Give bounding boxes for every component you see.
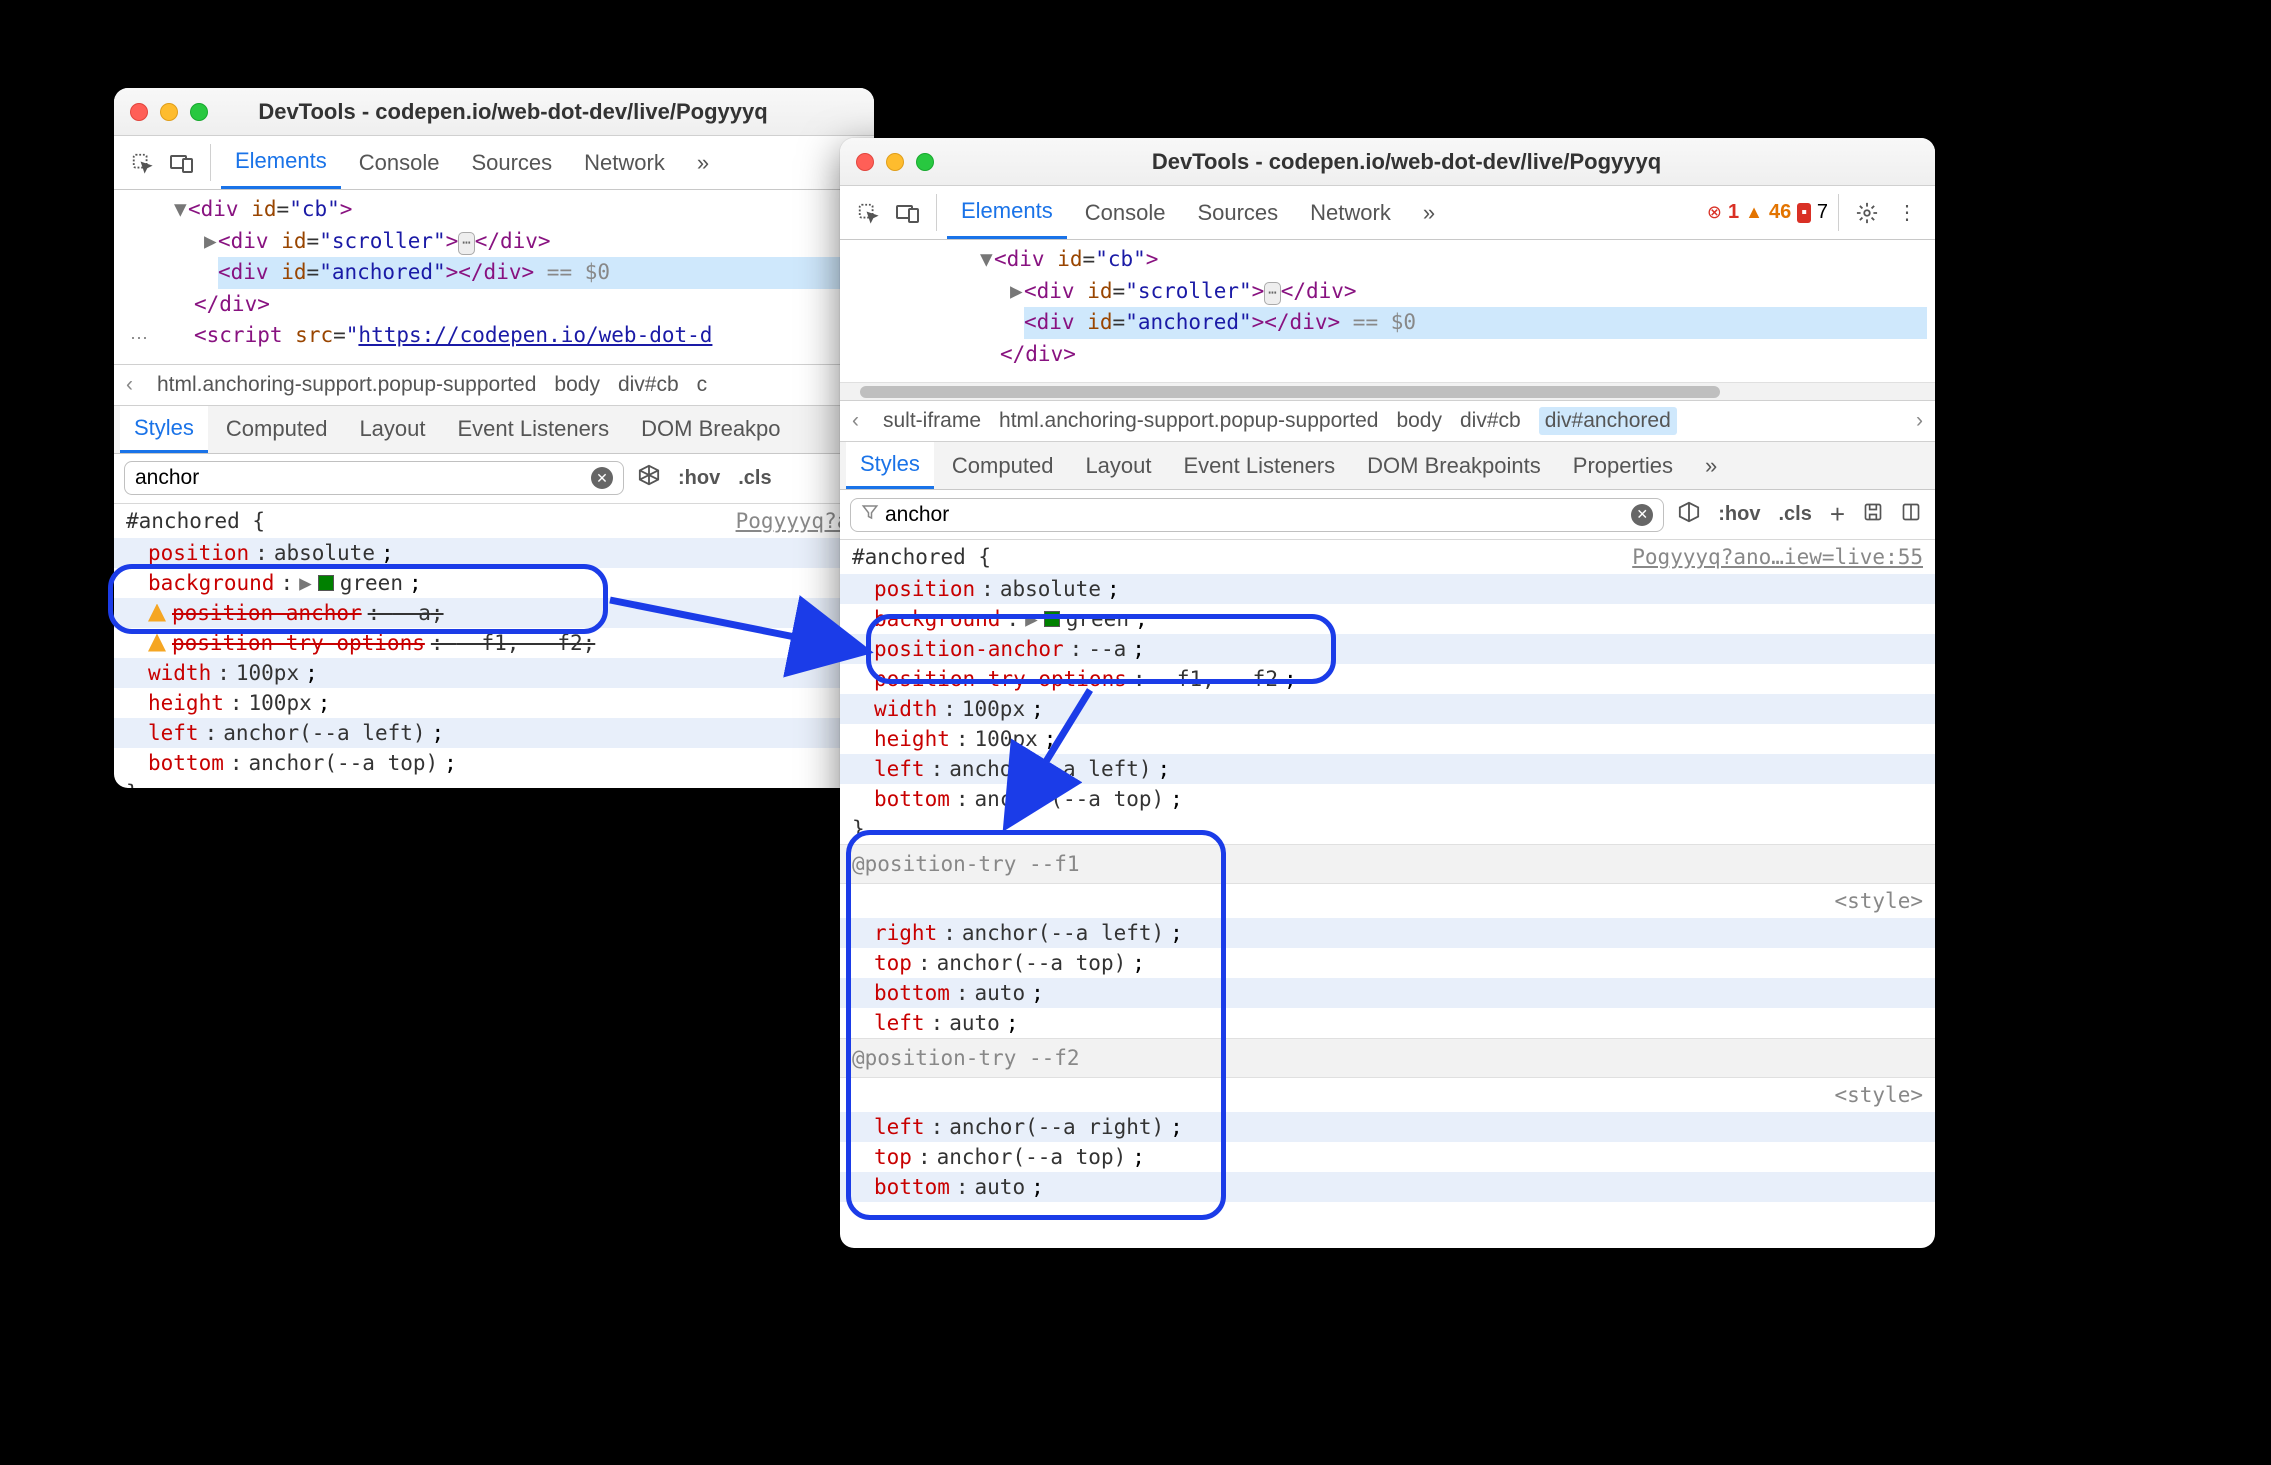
style-source-link[interactable]: <style> xyxy=(1834,1080,1923,1110)
filter-bar: ✕ :hov .cls xyxy=(114,454,874,504)
issues-icon: ▪ xyxy=(1797,203,1811,223)
tab-network[interactable]: Network xyxy=(570,136,679,189)
filter-input-wrap: ✕ xyxy=(124,461,624,495)
filter-input[interactable] xyxy=(135,466,585,490)
styles-panel: #anchored { Pogyyyq?an position: absolut… xyxy=(114,504,874,789)
warning-icon: ▲ xyxy=(1745,202,1763,223)
tab-event-listeners[interactable]: Event Listeners xyxy=(444,406,624,453)
tab-layout[interactable]: Layout xyxy=(345,406,439,453)
tab-dom-breakpoints[interactable]: DOM Breakpo xyxy=(627,406,794,453)
tab-layout[interactable]: Layout xyxy=(1071,442,1165,489)
style-source-link[interactable]: <style> xyxy=(1834,886,1923,916)
zoom-icon[interactable] xyxy=(916,153,934,171)
styles-subtabs: Styles Computed Layout Event Listeners D… xyxy=(840,442,1935,490)
rule-source-link[interactable]: Pogyyyq?ano…iew=live:55 xyxy=(1632,542,1923,572)
window-title: DevTools - codepen.io/web-dot-dev/live/P… xyxy=(944,149,1919,175)
tab-styles[interactable]: Styles xyxy=(120,406,208,453)
device-icon[interactable] xyxy=(890,186,926,239)
status-badges[interactable]: ⊗1 ▲46 ▪7 xyxy=(1707,186,1828,239)
hov-button[interactable]: :hov xyxy=(1714,503,1764,526)
ellipsis-icon: ⋯ xyxy=(130,328,150,349)
breadcrumb[interactable]: ‹ sult-iframe html.anchoring-support.pop… xyxy=(840,400,1935,442)
minimize-icon[interactable] xyxy=(886,153,904,171)
tab-console[interactable]: Console xyxy=(1071,186,1180,239)
more-tabs-icon[interactable]: » xyxy=(1409,186,1449,239)
window-title: DevTools - codepen.io/web-dot-dev/live/P… xyxy=(218,99,858,125)
cls-button[interactable]: .cls xyxy=(734,467,775,490)
dom-selected-node: <div id="anchored"></div> == $0 xyxy=(1024,307,1927,339)
titlebar: DevTools - codepen.io/web-dot-dev/live/P… xyxy=(114,88,874,136)
rule-selector[interactable]: #anchored { xyxy=(852,542,991,572)
tab-sources[interactable]: Sources xyxy=(457,136,566,189)
plus-icon[interactable]: + xyxy=(1826,499,1849,530)
kebab-icon[interactable]: ⋮ xyxy=(1889,186,1925,239)
styles-panel: #anchored { Pogyyyq?ano…iew=live:55 posi… xyxy=(840,540,1935,1248)
tab-properties[interactable]: Properties xyxy=(1559,442,1687,489)
dom-tree[interactable]: ▼<div id="cb"> ▶<div id="scroller">⋯</di… xyxy=(114,190,874,364)
devtools-window-left: DevTools - codepen.io/web-dot-dev/live/P… xyxy=(114,88,874,788)
more-subtabs-icon[interactable]: » xyxy=(1691,442,1731,489)
minimize-icon[interactable] xyxy=(160,103,178,121)
zoom-icon[interactable] xyxy=(190,103,208,121)
tab-computed[interactable]: Computed xyxy=(212,406,342,453)
close-icon[interactable] xyxy=(130,103,148,121)
gear-icon[interactable] xyxy=(1849,186,1885,239)
cls-button[interactable]: .cls xyxy=(1774,503,1815,526)
inspect-icon[interactable] xyxy=(124,136,160,189)
tab-sources[interactable]: Sources xyxy=(1183,186,1292,239)
warning-icon xyxy=(148,604,166,622)
breadcrumb[interactable]: ‹ html.anchoring-support.popup-supported… xyxy=(114,364,874,406)
at-rule-header-f1[interactable]: @position-try --f1 xyxy=(840,844,1935,884)
tab-console[interactable]: Console xyxy=(345,136,454,189)
main-toolbar: Elements Console Sources Network » ⊗1 ▲4… xyxy=(840,186,1935,240)
color-swatch-icon[interactable] xyxy=(318,575,334,591)
error-icon: ⊗ xyxy=(1707,202,1722,223)
tab-event-listeners[interactable]: Event Listeners xyxy=(1170,442,1350,489)
more-tabs-icon[interactable]: » xyxy=(683,136,723,189)
filter-bar: ✕ :hov .cls + xyxy=(840,490,1935,540)
main-toolbar: Elements Console Sources Network » xyxy=(114,136,874,190)
filter-input[interactable] xyxy=(885,503,1625,527)
dom-tree[interactable]: ▼<div id="cb"> ▶<div id="scroller">⋯</di… xyxy=(840,240,1935,382)
warning-icon xyxy=(148,634,166,652)
crumb-right-icon[interactable]: › xyxy=(1910,409,1929,433)
save-icon[interactable] xyxy=(1859,502,1887,528)
color-swatch-icon[interactable] xyxy=(1044,611,1060,627)
tab-network[interactable]: Network xyxy=(1296,186,1405,239)
tab-elements[interactable]: Elements xyxy=(947,186,1067,239)
window-controls xyxy=(856,153,934,171)
styles-subtabs: Styles Computed Layout Event Listeners D… xyxy=(114,406,874,454)
tab-elements[interactable]: Elements xyxy=(221,136,341,189)
funnel-icon xyxy=(861,503,879,526)
at-rule-header-f2[interactable]: @position-try --f2 xyxy=(840,1038,1935,1078)
swatch-toggle-icon[interactable] xyxy=(634,464,664,492)
device-icon[interactable] xyxy=(164,136,200,189)
filter-input-wrap: ✕ xyxy=(850,498,1664,532)
tab-dom-breakpoints[interactable]: DOM Breakpoints xyxy=(1353,442,1555,489)
tab-styles[interactable]: Styles xyxy=(846,442,934,489)
dom-selected-node: <div id="anchored"></div> == $0 xyxy=(218,257,866,289)
hov-button[interactable]: :hov xyxy=(674,467,724,490)
devtools-window-right: DevTools - codepen.io/web-dot-dev/live/P… xyxy=(840,138,1935,1248)
swatch-toggle-icon[interactable] xyxy=(1674,501,1704,529)
tab-computed[interactable]: Computed xyxy=(938,442,1068,489)
inspect-icon[interactable] xyxy=(850,186,886,239)
clear-icon[interactable]: ✕ xyxy=(591,467,613,489)
clear-icon[interactable]: ✕ xyxy=(1631,504,1653,526)
titlebar: DevTools - codepen.io/web-dot-dev/live/P… xyxy=(840,138,1935,186)
close-icon[interactable] xyxy=(856,153,874,171)
layout-icon[interactable] xyxy=(1897,502,1925,528)
crumb-left-icon[interactable]: ‹ xyxy=(846,409,865,433)
rule-selector[interactable]: #anchored { xyxy=(126,506,265,536)
horizontal-scrollbar[interactable] xyxy=(840,382,1935,400)
crumb-left-icon[interactable]: ‹ xyxy=(120,373,139,397)
window-controls xyxy=(130,103,208,121)
